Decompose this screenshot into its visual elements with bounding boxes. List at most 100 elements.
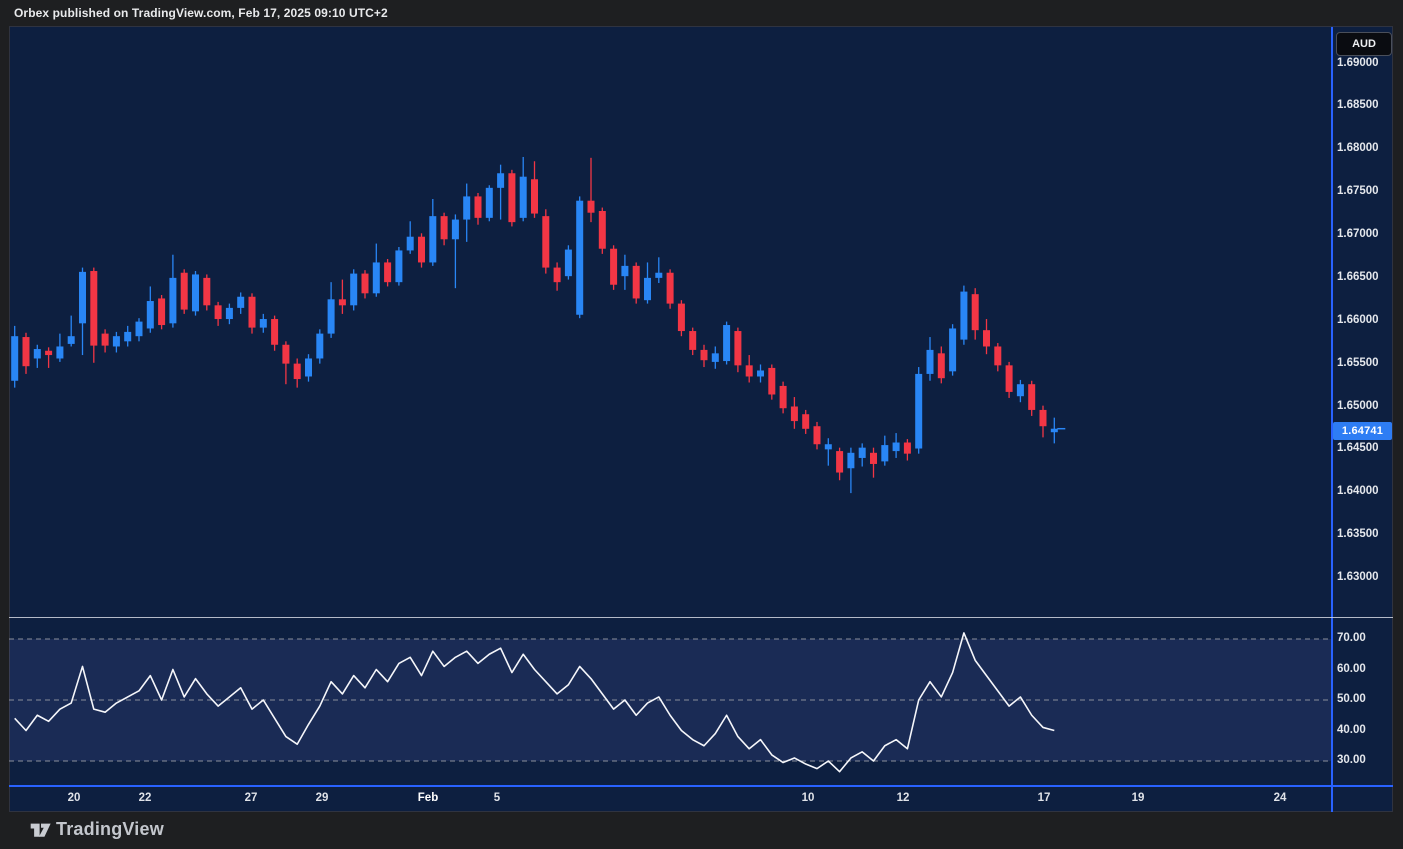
time-axis-label: 10: [802, 792, 815, 804]
candle-body-down: [768, 368, 775, 395]
candle-body-up: [192, 274, 199, 311]
candle-body-down: [508, 173, 515, 222]
candle-body-down: [203, 278, 210, 305]
candle-body-down: [610, 249, 617, 285]
candle-body-up: [68, 336, 75, 344]
quote-currency-badge[interactable]: AUD: [1336, 32, 1392, 56]
candle-body-down: [1040, 410, 1047, 426]
candle-body-up: [927, 350, 934, 374]
candle-body-up: [407, 237, 414, 251]
price-axis-label: 1.67500: [1337, 185, 1379, 197]
candle-body-up: [395, 250, 402, 282]
candle-body-up: [169, 278, 176, 323]
candle-body-up: [260, 319, 267, 328]
candle-body-up: [237, 297, 244, 308]
footer-bar: TradingView: [0, 812, 1403, 849]
tradingview-logo-icon[interactable]: [30, 820, 52, 841]
candle-body-up: [316, 334, 323, 359]
price-axis-label: 1.66000: [1337, 314, 1379, 326]
candle-body-up: [1051, 429, 1058, 433]
candle-body-down: [791, 407, 798, 422]
time-axis-label: 29: [316, 792, 329, 804]
candle-body-down: [90, 271, 97, 346]
price-axis-label: 1.68000: [1337, 142, 1379, 154]
candle-body-down: [588, 201, 595, 213]
candle-body-up: [429, 216, 436, 262]
candle-body-up: [136, 322, 143, 337]
candle-body-down: [158, 298, 165, 325]
candle-body-down: [678, 304, 685, 331]
time-axis-label: 22: [139, 792, 152, 804]
candle-body-down: [418, 237, 425, 263]
price-axis-label: 1.63500: [1337, 528, 1379, 540]
candle-body-down: [542, 216, 549, 267]
candle-body-down: [802, 414, 809, 429]
candle-body-down: [972, 294, 979, 330]
time-axis-label: Feb: [418, 792, 438, 804]
candle-body-down: [599, 211, 606, 249]
candle-body-down: [701, 350, 708, 360]
candle-body-down: [102, 334, 109, 346]
candle-body-down: [667, 273, 674, 304]
price-axis-label: 1.63000: [1337, 571, 1379, 583]
candle-body-down: [734, 331, 741, 365]
last-price-label: 1.64741: [1333, 422, 1392, 440]
candle-body-up: [655, 273, 662, 278]
candle-body-down: [1028, 384, 1035, 410]
candle-body-down: [780, 386, 787, 408]
candle-body-down: [45, 351, 52, 355]
candle-body-up: [723, 325, 730, 361]
time-axis-label: 19: [1132, 792, 1145, 804]
candle-body-up: [497, 173, 504, 188]
tradingview-brand-text[interactable]: TradingView: [56, 819, 164, 840]
price-axis-label: 1.68500: [1337, 99, 1379, 111]
rsi-axis-label: 70.00: [1337, 632, 1366, 644]
candle-body-down: [870, 453, 877, 464]
candle-body-up: [486, 188, 493, 218]
candle-body-up: [881, 445, 888, 461]
candle-body-up: [915, 374, 922, 449]
candle-body-down: [633, 266, 640, 299]
candle-body-down: [836, 451, 843, 472]
candle-body-down: [554, 268, 561, 283]
pane-separator[interactable]: [9, 617, 1393, 618]
candle-body-up: [859, 448, 866, 458]
price-axis[interactable]: 1.690001.685001.680001.675001.670001.665…: [1333, 27, 1393, 812]
candle-body-down: [271, 319, 278, 345]
candle-body-down: [994, 346, 1001, 365]
price-axis-label: 1.65500: [1337, 357, 1379, 369]
candle-body-up: [305, 358, 312, 376]
candle-body-up: [621, 266, 628, 276]
rsi-axis-label: 60.00: [1337, 663, 1366, 675]
time-axis[interactable]: 20222729Feb51012171924: [9, 787, 1331, 812]
candle-body-up: [757, 370, 764, 376]
candle-body-up: [113, 336, 120, 346]
candle-body-up: [712, 353, 719, 362]
price-axis-label: 1.65000: [1337, 400, 1379, 412]
candle-body-down: [531, 179, 538, 213]
time-axis-label: 24: [1274, 792, 1287, 804]
candle-body-down: [215, 305, 222, 319]
rsi-axis-label: 50.00: [1337, 693, 1366, 705]
candle-body-up: [452, 220, 459, 240]
candle-body-down: [904, 443, 911, 454]
candle-body-up: [56, 346, 63, 358]
candle-body-up: [373, 262, 380, 293]
price-axis-label: 1.64500: [1337, 442, 1379, 454]
candle-body-up: [34, 349, 41, 358]
candle-body-down: [294, 364, 301, 379]
candle-body-down: [475, 196, 482, 217]
candle-body-up: [328, 299, 335, 333]
candle-body-up: [949, 328, 956, 371]
candle-body-up: [1017, 384, 1024, 396]
price-axis-label: 1.64000: [1337, 485, 1379, 497]
attribution-header: Orbex published on TradingView.com, Feb …: [14, 6, 388, 22]
candle-body-up: [124, 332, 131, 341]
rsi-axis-label: 30.00: [1337, 754, 1366, 766]
candle-body-up: [79, 272, 86, 323]
candle-body-down: [181, 273, 188, 310]
candle-body-up: [576, 201, 583, 315]
candlestick-and-rsi-plot[interactable]: [9, 27, 1331, 785]
candle-body-down: [249, 297, 256, 328]
time-axis-label: 17: [1038, 792, 1051, 804]
